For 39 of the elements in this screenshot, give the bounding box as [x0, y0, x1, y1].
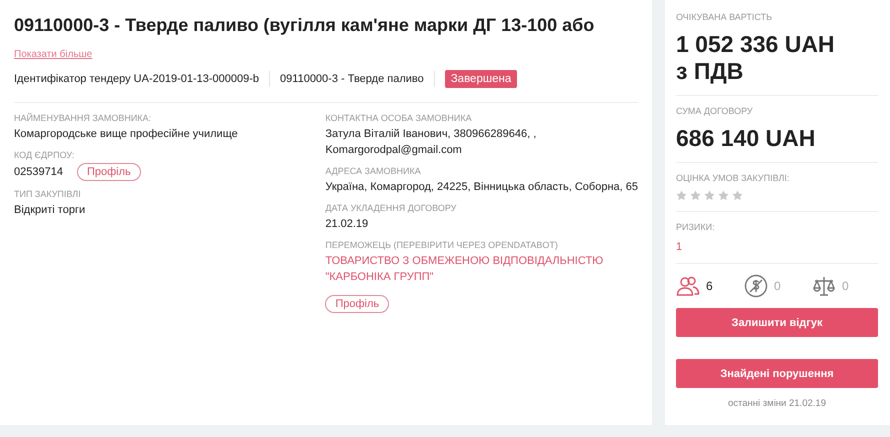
risks-label: РИЗИКИ:: [676, 222, 716, 232]
classification: 09110000-3 - Тверде паливо: [280, 73, 424, 85]
show-more-link[interactable]: Показати більше: [14, 49, 92, 60]
profile-button[interactable]: Профіль: [76, 163, 141, 181]
field-label: ДАТА УКЛАДЕННЯ ДОГОВОРУ: [325, 203, 458, 213]
stat-count: 0: [774, 279, 781, 293]
contract-sum: 686 140 UAH: [676, 125, 816, 152]
field-value: Комаргородське вище професійне училище: [14, 127, 238, 142]
field-label: АДРЕСА ЗАМОВНИКА: [325, 166, 422, 176]
star-icon: [676, 190, 687, 201]
field-value: Відкриті торги: [14, 203, 86, 218]
field-label: КОД ЄДРПОУ:: [14, 150, 76, 160]
contract-sum-label: СУМА ДОГОВОРУ: [676, 106, 754, 116]
field-label: КОНТАКТНА ОСОБА ЗАМОВНИКА: [325, 113, 473, 123]
last-change: останні зміни 21.02.19: [727, 398, 827, 409]
violations-button[interactable]: Знайдені порушення: [676, 359, 878, 388]
field-label: ПЕРЕМОЖЕЦЬ (ПЕРЕВІРИТИ ЧЕРЕЗ OPENDATABOT): [325, 240, 559, 250]
star-icon: [690, 190, 701, 201]
tender-id: Ідентифікатор тендеру UA-2019-01-13-000009-b: [14, 73, 260, 85]
star-icon: [718, 190, 729, 201]
field-label: ТИП ЗАКУПІВЛІ: [14, 189, 82, 199]
field-value: Україна, Комаргород, 24225, Вінницька область, Соборна, 65: [325, 180, 638, 195]
winner-link[interactable]: ТОВАРИСТВО З ОБМЕЖЕНОЮ ВІДПОВІДАЛЬНІСТЮ "КАРБОНІКА ГРУПП": [325, 253, 638, 285]
risks-value: 1: [676, 241, 684, 253]
rating-label: ОЦІНКА УМОВ ЗАКУПІВЛІ:: [676, 173, 790, 183]
field-value: 21.02.19: [325, 217, 370, 232]
field-value: Затула Віталій Іванович, 380966289646, , Komargorodpal@gmail.com: [325, 127, 538, 158]
field-value: 02539714: [14, 165, 63, 180]
field-label: НАЙМЕНУВАННЯ ЗАМОВНИКА:: [14, 113, 152, 123]
feedback-button[interactable]: Залишити відгук: [676, 308, 878, 337]
expected-value: 1 052 336 UAH з ПДВ: [676, 31, 836, 85]
expected-value-label: ОЧІКУВАНА ВАРТІСТЬ: [676, 12, 773, 22]
star-icon: [704, 190, 715, 201]
star-icon: [732, 190, 743, 201]
profile-button[interactable]: Профіль: [325, 295, 390, 313]
stat-count: 6: [706, 279, 713, 293]
tender-title: 09110000-3 - Тверде паливо (вугілля кам'яне марки ДГ 13-100 або: [14, 14, 596, 36]
status-badge: Завершена: [444, 70, 518, 88]
stat-count: 0: [842, 279, 849, 293]
